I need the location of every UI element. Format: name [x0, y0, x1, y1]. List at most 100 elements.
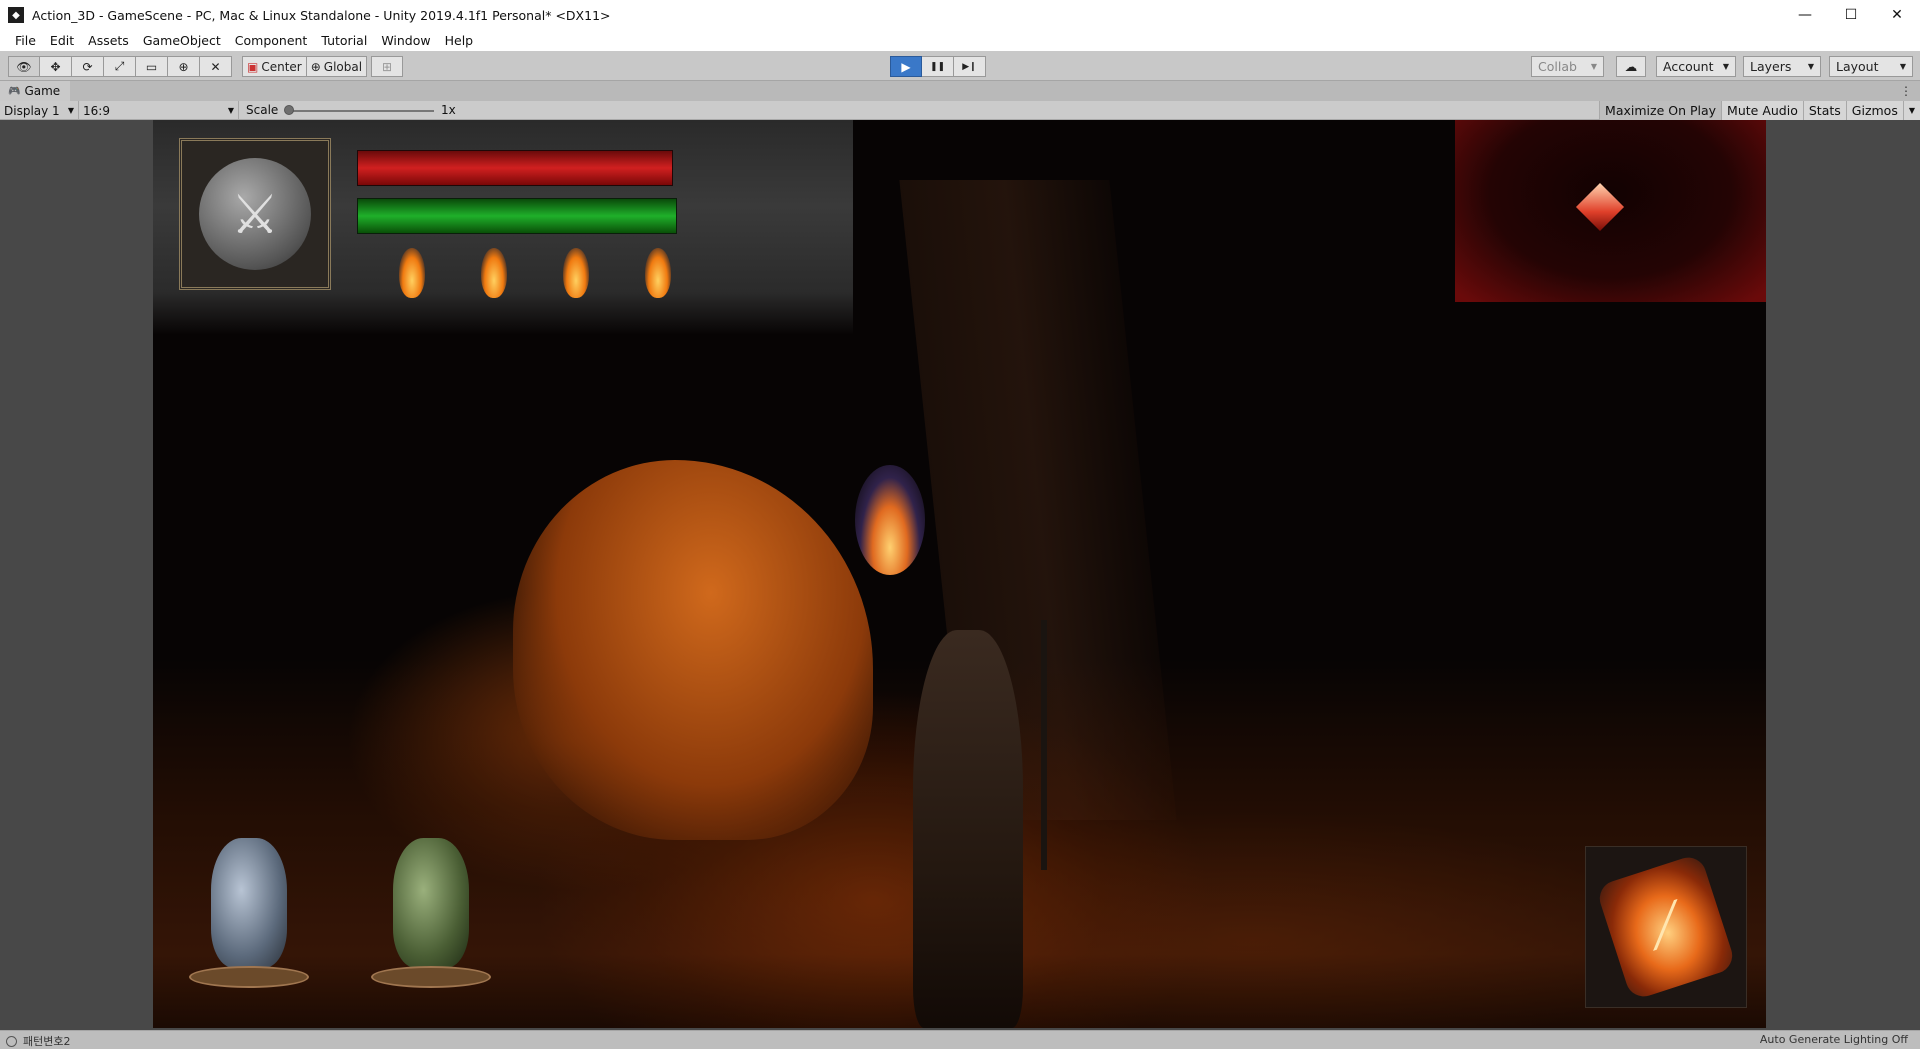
game-view-bar: Display 1 ▼ 16:9 ▼ Scale 1x Maximize On Pl…: [0, 101, 1920, 120]
play-button[interactable]: ▶: [890, 56, 922, 77]
flame-charge-icon: [481, 248, 507, 298]
collab-button: Collab ▼: [1531, 56, 1604, 77]
aspect-dropdown[interactable]: 16:9 ▼: [79, 101, 239, 120]
mute-audio-toggle[interactable]: Mute Audio: [1721, 101, 1803, 120]
game-view: ⚔ ⟋: [0, 120, 1920, 1030]
account-button: Account ▼: [1656, 56, 1736, 77]
pivot-controls: ▣ Center ⊕ Global ⊞: [242, 56, 404, 77]
game-viewport[interactable]: ⚔ ⟋: [153, 120, 1766, 1028]
chevron-down-icon: ▼: [67, 106, 74, 115]
transform-tools: 👁 ✥ ⟳ ⤢ ▭ ⊕ ✕: [8, 56, 232, 77]
move-tool-icon[interactable]: ✥: [40, 56, 72, 77]
menu-window[interactable]: Window: [374, 33, 437, 48]
status-message: 패턴변호2: [23, 1035, 71, 1048]
pivot-rotation-label: Global: [323, 59, 363, 74]
display-dropdown[interactable]: Display 1 ▼: [0, 101, 79, 120]
main-toolbar: 👁 ✥ ⟳ ⤢ ▭ ⊕ ✕ ▣ Center ⊕ Global ⊞ ▶ ❚❚ ▶…: [0, 51, 1920, 81]
layout-label: Layout: [1836, 59, 1879, 74]
game-view-toggles: Maximize On Play Mute Audio Stats Gizmos…: [1599, 101, 1920, 120]
kebab-menu-icon[interactable]: ⋮: [1900, 84, 1912, 98]
menu-edit[interactable]: Edit: [43, 33, 81, 48]
flask-base: [189, 966, 309, 988]
gamepad-icon: 🎮: [8, 85, 21, 97]
chevron-down-icon: ▼: [227, 106, 234, 115]
sword-medal-icon: ⚔: [199, 158, 311, 270]
stamina-bar-fill: [358, 199, 676, 233]
stats-toggle[interactable]: Stats: [1802, 101, 1846, 120]
ashen-flask-jar: [211, 838, 287, 968]
tab-game[interactable]: 🎮 Game: [0, 81, 71, 101]
maximize-button[interactable]: ☐: [1828, 0, 1874, 30]
scale-slider-track[interactable]: [290, 110, 434, 112]
menu-bar: File Edit Assets GameObject Component Tu…: [0, 30, 1920, 51]
menu-help[interactable]: Help: [438, 33, 481, 48]
unity-icon: ◆: [8, 7, 24, 23]
account-dropdown[interactable]: Account ▼: [1656, 56, 1736, 77]
custom-tool-icon[interactable]: ✕: [200, 56, 232, 77]
scale-tool-icon[interactable]: ⤢: [104, 56, 136, 77]
weapon-emblem: ⚔: [179, 138, 331, 290]
pivot-center-icon: ▣: [247, 59, 259, 74]
view-tool-icon[interactable]: 👁: [8, 56, 40, 77]
magic-spark-effect: [855, 465, 925, 575]
account-label: Account: [1663, 59, 1714, 74]
flame-charge-icon: [645, 248, 671, 298]
maximize-on-play-toggle[interactable]: Maximize On Play: [1599, 101, 1722, 120]
title-bar: ◆ Action_3D - GameScene - PC, Mac & Linu…: [0, 0, 1920, 30]
chevron-down-icon: ▼: [1899, 62, 1906, 71]
collab-dropdown[interactable]: Collab ▼: [1531, 56, 1604, 77]
health-bar: [357, 150, 673, 186]
collab-label: Collab: [1538, 59, 1577, 74]
layout-dropdown[interactable]: Layout ▼: [1829, 56, 1913, 77]
fire-scroll-icon: ⟋: [1595, 852, 1737, 1002]
aspect-label: 16:9: [83, 103, 110, 118]
flame-charges: [399, 248, 699, 308]
gizmos-dropdown-icon[interactable]: ▼: [1902, 101, 1920, 120]
transform-tool-icon[interactable]: ⊕: [168, 56, 200, 77]
info-icon: [6, 1035, 17, 1047]
unity-editor-window: ◆ Action_3D - GameScene - PC, Mac & Linu…: [0, 0, 1920, 1049]
stamina-bar: [357, 198, 677, 234]
tab-game-label: Game: [24, 84, 61, 98]
display-label: Display 1: [4, 103, 60, 118]
layers-dropdown[interactable]: Layers ▼: [1743, 56, 1821, 77]
estus-flask-jar: [393, 838, 469, 968]
rect-tool-icon[interactable]: ▭: [136, 56, 168, 77]
pivot-rotation-button[interactable]: ⊕ Global: [306, 56, 368, 77]
console-message[interactable]: 패턴변호2: [6, 1033, 70, 1049]
step-button[interactable]: ▶❙: [954, 56, 986, 77]
window-controls: — ☐ ✕: [1782, 0, 1920, 30]
snap-icon[interactable]: ⊞: [371, 56, 404, 77]
gizmos-toggle[interactable]: Gizmos: [1845, 101, 1903, 120]
cloud-icon: ☁: [1616, 56, 1646, 77]
window-title: Action_3D - GameScene - PC, Mac & Linux …: [32, 7, 611, 23]
menu-assets[interactable]: Assets: [81, 33, 136, 48]
layers-button: Layers ▼: [1743, 56, 1821, 77]
player-sword: [1041, 620, 1047, 870]
estus-flask-icon: [371, 838, 491, 988]
pivot-mode-button[interactable]: ▣ Center: [242, 56, 307, 77]
pause-button[interactable]: ❚❚: [922, 56, 954, 77]
lighting-status: Auto Generate Lighting Off: [1759, 1033, 1908, 1046]
chevron-down-icon: ▼: [1590, 62, 1597, 71]
close-button[interactable]: ✕: [1874, 0, 1920, 30]
flask-base: [371, 966, 491, 988]
minimize-button[interactable]: —: [1782, 0, 1828, 30]
menu-tutorial[interactable]: Tutorial: [314, 33, 374, 48]
chevron-down-icon: ▼: [1722, 62, 1729, 71]
menu-file[interactable]: File: [8, 33, 43, 48]
layout-button: Layout ▼: [1829, 56, 1913, 77]
pivot-mode-label: Center: [261, 59, 302, 74]
scale-slider-handle[interactable]: [284, 105, 294, 115]
layers-label: Layers: [1750, 59, 1792, 74]
demon-monster: [513, 460, 873, 840]
menu-component[interactable]: Component: [228, 33, 315, 48]
health-bar-fill: [358, 151, 672, 185]
scale-value: 1x: [441, 103, 456, 117]
player-knight: [913, 630, 1023, 1028]
chevron-down-icon: ▼: [1807, 62, 1814, 71]
scale-label: Scale: [246, 103, 279, 117]
rotate-tool-icon[interactable]: ⟳: [72, 56, 104, 77]
cloud-button[interactable]: ☁: [1616, 56, 1646, 77]
menu-gameobject[interactable]: GameObject: [136, 33, 228, 48]
